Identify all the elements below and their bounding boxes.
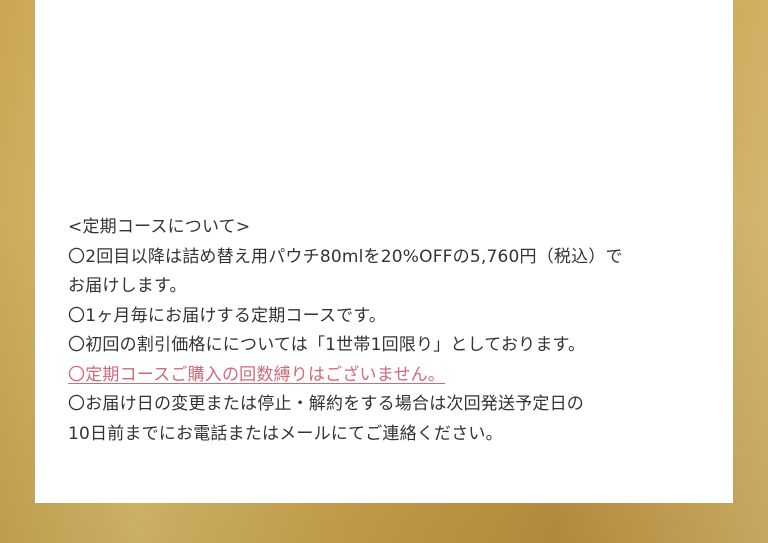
content-panel: <定期コースについて> 〇2回目以降は詰め替え用パウチ80mlを20%OFFの5… (35, 0, 733, 503)
course-info-line-1: 〇2回目以降は詰め替え用パウチ80mlを20%OFFの5,760円（税込）で (68, 246, 623, 267)
course-info-line-6: 10日前までにお電話またはメールにてご連絡ください。 (68, 423, 503, 444)
course-info-line-4: 〇初回の割引価格にについては「1世帯1回限り」としております。 (68, 335, 586, 355)
course-info-heading: <定期コースについて> (68, 217, 251, 237)
course-info-text: <定期コースについて> 〇2回目以降は詰め替え用パウチ80mlを20%OFFの5… (68, 213, 718, 449)
course-info-line-5: 〇お届け日の変更または停止・解約をする場合は次回発送予定日の (68, 394, 584, 414)
course-info-notice: 〇定期コースご購入の回数縛りはございません。 (68, 364, 446, 385)
course-info-line-2: お届けします。 (68, 276, 187, 296)
course-info-line-3: 〇1ヶ月毎にお届けする定期コースです。 (68, 305, 387, 326)
